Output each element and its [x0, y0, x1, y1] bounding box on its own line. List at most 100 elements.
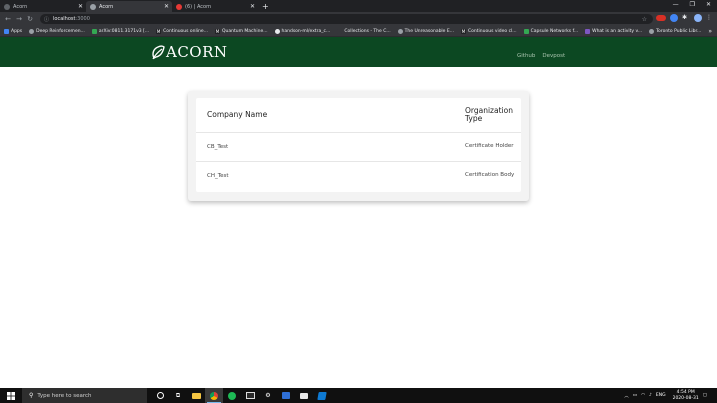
reload-icon[interactable]: ↻ — [27, 15, 33, 23]
calendar-app-icon[interactable] — [277, 388, 295, 403]
taskbar-search-box[interactable]: ⚲ Type here to search — [22, 388, 147, 403]
bookmark-apps[interactable]: Apps — [4, 28, 22, 34]
address-bar[interactable]: ⓘ localhost:3000 ☆ — [40, 14, 653, 24]
window-controls: — ❐ ✕ — [673, 1, 711, 8]
back-arrow-icon[interactable]: ← — [5, 15, 11, 23]
profile-avatar-icon[interactable] — [694, 14, 702, 22]
wifi-icon[interactable]: ◠ — [641, 393, 645, 398]
notifications-icon[interactable]: ▢ — [703, 393, 707, 398]
puzzle-icon[interactable]: ✱ — [682, 14, 690, 22]
start-button[interactable] — [0, 391, 22, 400]
app-header: ACORN Github Devpost — [0, 37, 717, 67]
extension-blue-icon[interactable] — [670, 14, 678, 22]
cortana-icon[interactable] — [151, 388, 169, 403]
settings-gear-icon[interactable]: ⚙ — [259, 388, 277, 403]
vscode-icon[interactable] — [313, 388, 331, 403]
bookmark-favicon-icon: M — [214, 28, 220, 34]
site-info-icon[interactable]: ⓘ — [44, 16, 49, 23]
bookmark-favicon-icon — [649, 28, 655, 34]
forward-arrow-icon[interactable]: → — [16, 15, 22, 23]
bookmark-item[interactable]: M Quantum Machine... — [214, 28, 268, 34]
tray-overflow-icon[interactable]: ︿ — [624, 393, 629, 399]
bookmark-item[interactable]: Collections - The C... — [337, 28, 391, 34]
devpost-link[interactable]: Devpost — [542, 53, 565, 59]
bookmark-favicon-icon — [585, 28, 591, 34]
mail-app-icon[interactable] — [295, 388, 313, 403]
bookmark-favicon-icon — [337, 28, 343, 34]
battery-icon[interactable]: ▭ — [633, 393, 637, 398]
organization-type-cell: Certification Body — [465, 172, 515, 178]
bookmark-item[interactable]: arXiv:0811.3171v3 [... — [91, 28, 149, 34]
apps-grid-icon — [4, 28, 9, 34]
table-row[interactable]: CB_Test Certificate Holder — [196, 132, 521, 161]
bookmark-favicon-icon: M — [461, 28, 467, 34]
taskbar-search-placeholder: Type here to search — [37, 392, 92, 399]
bookmark-favicon-icon: M — [156, 28, 162, 34]
browser-toolbar: ← → ↻ ⓘ localhost:3000 ☆ ✱ ⋮ — [0, 12, 717, 26]
bookmarks-bar: Apps Deep Reinforcemen... arXiv:0811.317… — [0, 26, 717, 37]
url-host: localhost — [53, 16, 76, 22]
brand-logo[interactable]: ACORN — [151, 43, 228, 61]
bookmark-item[interactable]: Toronto Public Libr... — [649, 28, 701, 34]
acorn-leaf-icon — [152, 45, 165, 60]
windows-taskbar: ⚲ Type here to search ⧉ ⚙ ︿ ▭ ◠ ♪ ENG 4:… — [0, 388, 717, 403]
terminal-icon[interactable] — [241, 388, 259, 403]
taskbar-pinned-apps: ⧉ ⚙ — [151, 388, 331, 403]
close-window-icon[interactable]: ✕ — [706, 1, 711, 8]
bookmarks-overflow-button[interactable]: » — [708, 28, 712, 35]
file-explorer-icon[interactable] — [187, 388, 205, 403]
minimize-icon[interactable]: — — [673, 1, 679, 8]
tab-title: (6) | Acorn — [185, 3, 212, 10]
header-nav: Github Devpost — [517, 53, 565, 59]
table-header-row: Company Name Organization Type — [196, 98, 521, 132]
task-view-icon[interactable]: ⧉ — [169, 388, 187, 403]
tab-title: Acorn — [99, 3, 114, 10]
bookmark-favicon-icon — [523, 28, 529, 34]
bookmark-item[interactable]: Deep Reinforcemen... — [29, 28, 85, 34]
tab-close-icon[interactable]: ✕ — [78, 3, 83, 10]
companies-table-container: Company Name Organization Type CB_Test C… — [196, 98, 521, 192]
column-header-company-name: Company Name — [207, 110, 268, 120]
organization-type-cell: Certificate Holder — [465, 142, 514, 149]
tab-favicon-icon — [4, 3, 10, 10]
github-link[interactable]: Github — [517, 53, 535, 59]
table-row[interactable]: CH_Test Certification Body — [196, 161, 521, 190]
url-port: :3000 — [75, 16, 90, 22]
bookmark-item[interactable]: M Continuous video cl... — [461, 28, 517, 34]
new-tab-button[interactable]: + — [262, 1, 269, 12]
volume-icon[interactable]: ♪ — [649, 393, 652, 398]
clock-time: 4:54 PM — [676, 390, 695, 395]
spotify-icon[interactable] — [223, 388, 241, 403]
bookmark-favicon-icon — [397, 28, 403, 34]
taskbar-clock[interactable]: 4:54 PM 2020-08-31 — [673, 390, 699, 401]
browser-tab-1[interactable]: Acorn ✕ — [0, 1, 86, 12]
extension-red-icon[interactable] — [656, 15, 666, 21]
bookmark-item[interactable]: The Unreasonable E... — [397, 28, 454, 34]
system-tray: ︿ ▭ ◠ ♪ ENG 4:54 PM 2020-08-31 ▢ — [624, 388, 707, 403]
tab-close-icon[interactable]: ✕ — [164, 3, 169, 10]
search-icon: ⚲ — [29, 392, 34, 399]
tab-title: Acorn — [13, 3, 28, 10]
menu-dots-icon[interactable]: ⋮ — [706, 14, 714, 22]
company-name-cell: CB_Test — [207, 143, 229, 150]
tab-favicon-icon — [176, 3, 182, 10]
tab-close-icon[interactable]: ✕ — [250, 3, 255, 10]
windows-logo-icon — [7, 391, 15, 400]
browser-tab-3[interactable]: (6) | Acorn ✕ — [172, 1, 258, 12]
restore-icon[interactable]: ❐ — [690, 1, 695, 8]
bookmark-item[interactable]: handson-ml/extra_c... — [274, 28, 330, 34]
bookmark-item[interactable]: Capsule Networks f... — [523, 28, 578, 34]
bookmark-item[interactable]: What is an activity v... — [585, 28, 642, 34]
chrome-icon[interactable] — [205, 388, 223, 403]
github-icon — [274, 28, 280, 34]
browser-tab-2[interactable]: Acorn ✕ — [86, 1, 172, 12]
companies-card: Company Name Organization Type CB_Test C… — [188, 91, 529, 201]
bookmark-favicon-icon — [29, 28, 35, 34]
bookmark-star-icon[interactable]: ☆ — [642, 16, 647, 23]
companies-table: Company Name Organization Type CB_Test C… — [196, 98, 521, 190]
column-header-organization-type: Organization Type — [465, 105, 513, 123]
bookmark-item[interactable]: M Continuous online... — [156, 28, 208, 34]
language-indicator[interactable]: ENG — [656, 393, 666, 398]
tab-favicon-icon — [90, 3, 96, 10]
company-name-cell: CH_Test — [207, 172, 229, 179]
